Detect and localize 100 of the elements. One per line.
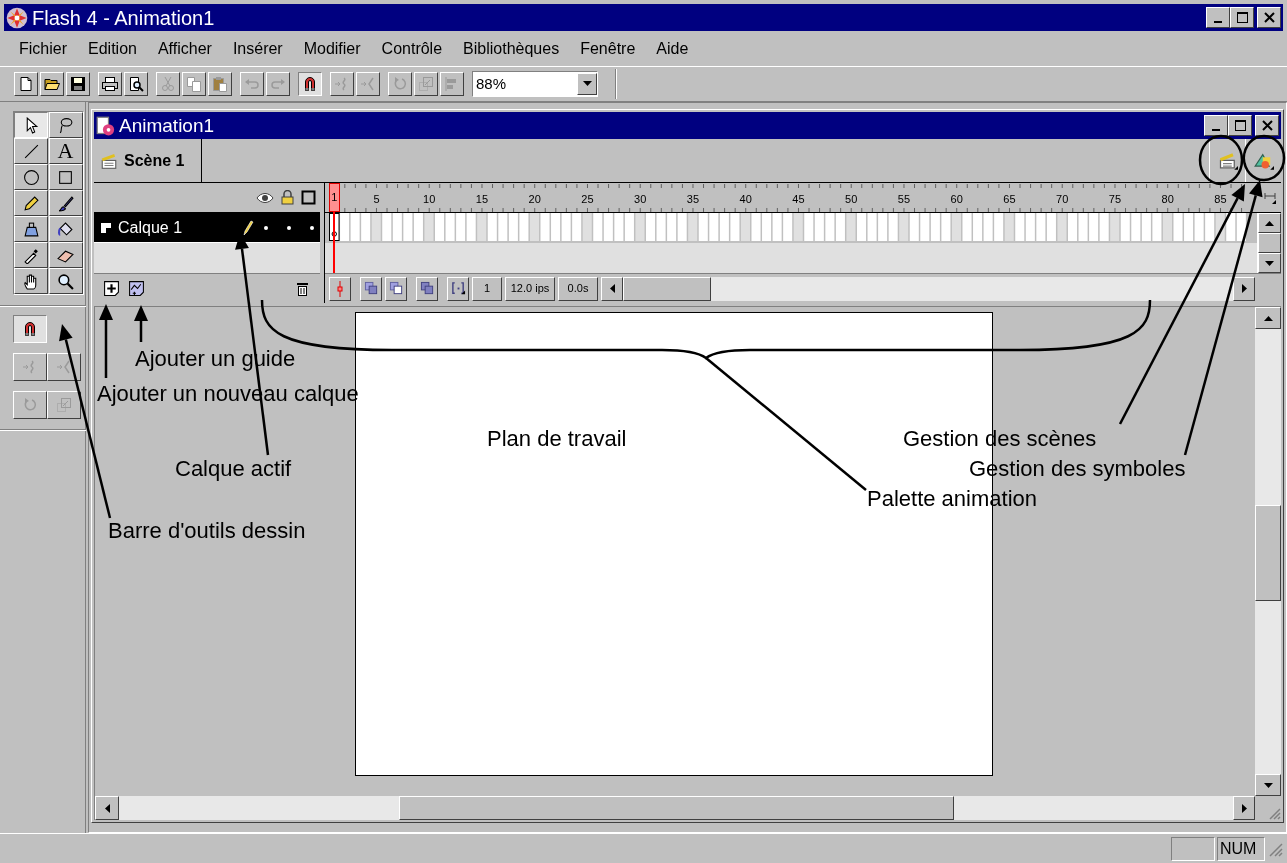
onion-markers-icon <box>450 281 466 296</box>
frame-number: 25 <box>580 194 595 205</box>
layer-row[interactable]: Calque 1 <box>94 213 320 243</box>
onion-outline-button[interactable] <box>385 276 407 301</box>
undo-arrow-icon <box>244 76 260 92</box>
frame-number: 40 <box>738 194 753 205</box>
straighten-icon <box>360 76 376 92</box>
num-lock-indicator: NUM <box>1217 836 1265 861</box>
scroll-thumb[interactable] <box>1258 233 1281 253</box>
frame-number: 55 <box>896 194 911 205</box>
menu-item[interactable]: Insérer <box>223 36 292 61</box>
frame-number: 75 <box>1107 194 1122 205</box>
scroll-up-button[interactable] <box>1255 307 1281 329</box>
pencil-tool[interactable] <box>14 190 48 216</box>
menu-item[interactable]: Aide <box>647 36 698 61</box>
zoom-tool[interactable] <box>48 268 83 294</box>
open-button[interactable] <box>40 72 64 96</box>
scroll-left-button[interactable] <box>601 276 623 301</box>
scroll-left-button[interactable] <box>95 796 119 820</box>
snap-option[interactable] <box>13 315 47 343</box>
onion-outline-icon <box>388 281 404 296</box>
zoom-combo[interactable]: 88% <box>472 71 598 97</box>
print-button[interactable] <box>98 72 122 96</box>
menu-item[interactable]: Modifier <box>294 36 370 61</box>
save-button[interactable] <box>66 72 90 96</box>
minimize-button[interactable] <box>1204 115 1228 136</box>
close-button[interactable] <box>1255 115 1279 136</box>
menu-item[interactable]: Contrôle <box>372 36 452 61</box>
folder-icon <box>44 76 60 92</box>
menu-item[interactable]: Bibliothèques <box>454 36 569 61</box>
frame-number: 15 <box>474 194 489 205</box>
brush-tool[interactable] <box>48 190 83 216</box>
arrow <box>134 305 148 342</box>
text-tool[interactable]: A <box>48 138 83 164</box>
menu-item[interactable]: Fenêtre <box>571 36 645 61</box>
dropdown-button[interactable] <box>577 73 597 95</box>
pencil-icon <box>242 219 254 236</box>
scroll-down-button[interactable] <box>1255 774 1281 796</box>
oval-tool[interactable] <box>14 164 48 190</box>
clipboard-icon <box>212 76 228 92</box>
menu-item[interactable]: Fichier <box>10 36 76 61</box>
up-arrow-icon <box>1265 220 1274 226</box>
frame-number: 30 <box>633 194 648 205</box>
close-button[interactable] <box>1257 7 1281 28</box>
magnifier-icon <box>57 272 74 290</box>
playhead[interactable]: 1 <box>328 183 340 212</box>
playhead-icon <box>336 280 344 297</box>
scroll-right-button[interactable] <box>1233 276 1255 301</box>
printer-icon <box>102 76 118 92</box>
frame-number: 10 <box>422 194 437 205</box>
snap-button[interactable] <box>298 72 322 96</box>
line-tool[interactable] <box>14 138 48 164</box>
left-arrow-icon <box>609 284 615 293</box>
frame-number: 60 <box>949 194 964 205</box>
add-guide-icon <box>128 280 145 297</box>
rectangle-tool[interactable] <box>48 164 83 190</box>
document-title: Animation1 <box>119 116 215 135</box>
close-icon <box>1263 12 1275 23</box>
onion-skin-icon <box>363 281 379 296</box>
maximize-button[interactable] <box>1228 115 1252 136</box>
scroll-right-button[interactable] <box>1233 796 1255 820</box>
frame-number: 45 <box>791 194 806 205</box>
brush-icon <box>57 194 74 212</box>
up-arrow-icon <box>1263 315 1273 321</box>
close-icon <box>1261 120 1273 131</box>
document-flower-icon <box>96 115 116 136</box>
eraser-tool[interactable] <box>48 242 83 268</box>
ink-bottle-tool[interactable] <box>14 216 48 242</box>
scroll-down-button[interactable] <box>1258 253 1281 273</box>
menu-item[interactable]: Edition <box>79 36 146 61</box>
down-arrow-icon <box>1265 260 1274 266</box>
onion-skin-button[interactable] <box>360 276 382 301</box>
arrow-tool[interactable] <box>14 112 48 138</box>
annotation-label: Plan de travail <box>487 426 627 452</box>
frame-number: 5 <box>372 194 381 205</box>
scroll-thumb[interactable] <box>623 276 711 301</box>
paint-bucket-tool[interactable] <box>48 216 83 242</box>
outline-square-icon <box>301 190 316 205</box>
menu-item[interactable]: Afficher <box>148 36 221 61</box>
scene-tab[interactable]: Scène 1 <box>94 139 202 182</box>
scroll-thumb[interactable] <box>1255 505 1281 601</box>
scale-icon <box>56 397 72 413</box>
right-arrow-icon <box>1241 284 1247 293</box>
center-frame-button[interactable] <box>329 276 351 301</box>
print-preview-button[interactable] <box>124 72 148 96</box>
new-button[interactable] <box>14 72 38 96</box>
scroll-up-button[interactable] <box>1258 213 1281 233</box>
caret-icon <box>582 81 592 87</box>
rotate-icon <box>22 397 38 413</box>
minimize-button[interactable] <box>1206 7 1230 28</box>
onion-markers-button[interactable] <box>447 276 469 301</box>
dropper-tool[interactable] <box>14 242 48 268</box>
frame-number: 50 <box>844 194 859 205</box>
maximize-button[interactable] <box>1230 7 1254 28</box>
lasso-tool[interactable] <box>48 112 83 138</box>
edit-multiple-button[interactable] <box>416 276 438 301</box>
scale-icon <box>418 76 434 92</box>
clapperboard-icon <box>100 151 118 170</box>
scroll-thumb[interactable] <box>399 796 954 820</box>
hand-tool[interactable] <box>14 268 48 294</box>
